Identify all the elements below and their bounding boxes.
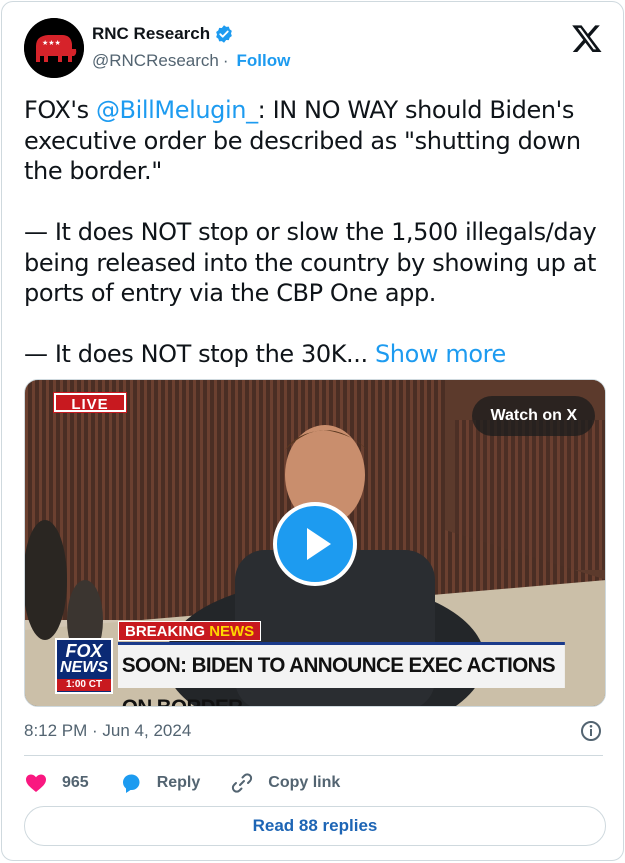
verified-badge-icon: [216, 25, 232, 43]
heart-icon: [26, 774, 46, 792]
tweet-text-body: : IN NO WAY should Biden's executive ord…: [24, 96, 597, 368]
reply-label: Reply: [156, 774, 201, 791]
link-icon: [232, 773, 253, 793]
divider: [24, 755, 603, 756]
watch-on-x-button[interactable]: Watch on X: [472, 396, 595, 436]
live-badge: LIVE: [53, 392, 127, 413]
reply-button[interactable]: Reply: [119, 771, 201, 795]
like-count: 965: [62, 774, 89, 791]
fox-logo-line1: FOX: [65, 641, 103, 661]
mention-link[interactable]: @BillMelugin_: [96, 96, 258, 124]
play-icon: [307, 528, 331, 560]
x-logo-icon[interactable]: [571, 22, 603, 54]
gop-elephant-icon: ★★★: [24, 18, 84, 78]
fox-news-logo: FOX NEWS 1:00 CT: [55, 638, 113, 694]
display-name[interactable]: RNC Research: [92, 24, 210, 44]
like-button[interactable]: 965: [24, 771, 89, 795]
copy-link-label: Copy link: [268, 774, 341, 791]
tweet-text-prefix: FOX's: [24, 96, 96, 124]
info-icon[interactable]: [579, 719, 603, 743]
play-button[interactable]: [273, 502, 357, 586]
svg-text:★★★: ★★★: [42, 39, 61, 47]
video-player[interactable]: LIVE Watch on X BREAKING NEWS SOON: BIDE…: [24, 379, 606, 707]
tweet-text: FOX's @BillMelugin_: IN NO WAY should Bi…: [24, 95, 604, 370]
separator-dot: ·: [222, 51, 229, 70]
tweet-timestamp[interactable]: 8:12 PM · Jun 4, 2024: [24, 721, 191, 740]
reply-bubble-icon: [122, 774, 140, 793]
author-names: RNC Research @RNCResearch · Follow: [92, 24, 290, 71]
fox-logo-time: 1:00 CT: [57, 679, 111, 691]
news-word: NEWS: [209, 623, 255, 640]
copy-link-button[interactable]: Copy link: [230, 771, 340, 795]
follow-button[interactable]: Follow: [237, 51, 291, 71]
breaking-news-banner: BREAKING NEWS: [118, 621, 262, 641]
author-handle[interactable]: @RNCResearch: [92, 51, 219, 71]
timestamp-row: 8:12 PM · Jun 4, 2024: [24, 719, 603, 743]
chyron-headline: SOON: BIDEN TO ANNOUNCE EXEC ACTIONS ON …: [118, 642, 565, 706]
show-more-link[interactable]: Show more: [375, 340, 506, 368]
action-bar: 965 Reply Copy link: [24, 768, 370, 798]
tweet-card: ★★★ RNC Research @RNCResearch · Follow F…: [1, 1, 624, 861]
avatar[interactable]: ★★★: [24, 18, 84, 78]
read-replies-button[interactable]: Read 88 replies: [24, 806, 606, 846]
fox-logo-line2: NEWS: [60, 659, 108, 676]
tweet-header: ★★★ RNC Research @RNCResearch · Follow: [24, 18, 603, 80]
breaking-word: BREAKING: [125, 623, 206, 640]
